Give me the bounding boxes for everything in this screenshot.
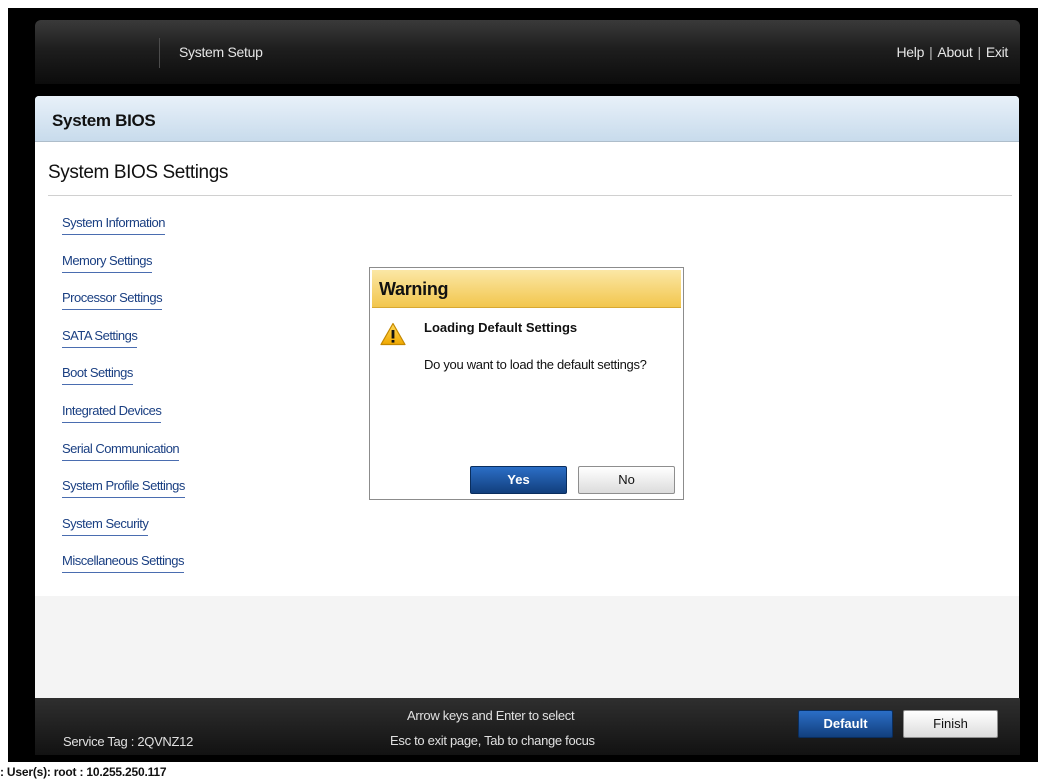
focus-hint: Esc to exit page, Tab to change focus xyxy=(390,733,595,748)
menu-link-system-security[interactable]: System Security xyxy=(62,516,149,536)
menu-link-miscellaneous-settings[interactable]: Miscellaneous Settings xyxy=(62,553,184,574)
menu-link-memory-settings[interactable]: Memory Settings xyxy=(62,253,153,273)
menu-item-serial-communication: Serial Communication xyxy=(62,440,185,478)
navigation-hint: Arrow keys and Enter to select xyxy=(407,708,575,723)
session-status: : User(s): root : 10.255.250.117 xyxy=(0,765,167,779)
warning-dialog: Warning Loading Default Settings Do you … xyxy=(369,267,684,500)
yes-button[interactable]: Yes xyxy=(470,466,567,494)
menu-link-serial-communication[interactable]: Serial Communication xyxy=(62,441,180,461)
menu-item-processor-settings: Processor Settings xyxy=(62,289,185,327)
menu-item-system-profile-settings: System Profile Settings xyxy=(62,477,185,515)
menu-item-system-information: System Information xyxy=(62,214,185,252)
menu-link-integrated-devices[interactable]: Integrated Devices xyxy=(62,403,162,423)
dialog-message: Do you want to load the default settings… xyxy=(424,357,647,372)
panel-title-bar: System BIOS xyxy=(35,96,1019,142)
heading-divider xyxy=(48,195,1012,196)
menu-link-system-profile-settings[interactable]: System Profile Settings xyxy=(62,478,185,499)
menu-link-sata-settings[interactable]: SATA Settings xyxy=(62,328,138,348)
menu-link-processor-settings[interactable]: Processor Settings xyxy=(62,290,163,311)
dialog-title-bar: Warning xyxy=(372,270,681,308)
menu-item-boot-settings: Boot Settings xyxy=(62,364,185,402)
panel-title: System BIOS xyxy=(52,111,156,130)
app-title: System Setup xyxy=(179,44,263,60)
menu-item-sata-settings: SATA Settings xyxy=(62,327,185,365)
link-separator: | xyxy=(977,44,982,60)
content-spacer xyxy=(35,596,1019,698)
page-heading: System BIOS Settings xyxy=(48,162,228,183)
menu-item-miscellaneous-settings: Miscellaneous Settings xyxy=(62,552,185,590)
dialog-title: Warning xyxy=(379,279,449,299)
link-separator: | xyxy=(929,44,933,60)
exit-link[interactable]: Exit xyxy=(986,44,1008,60)
menu-item-integrated-devices: Integrated Devices xyxy=(62,402,185,440)
dialog-heading: Loading Default Settings xyxy=(424,320,578,335)
warning-icon xyxy=(380,322,406,351)
menu-link-system-information[interactable]: System Information xyxy=(62,215,166,235)
menu-item-memory-settings: Memory Settings xyxy=(62,252,185,290)
no-button[interactable]: No xyxy=(578,466,675,494)
settings-menu: System Information Memory Settings Proce… xyxy=(62,214,185,590)
header-links: Help | About | Exit xyxy=(896,44,1008,60)
about-link[interactable]: About xyxy=(937,44,972,60)
bottom-bar: Service Tag : 2QVNZ12 Arrow keys and Ent… xyxy=(35,698,1020,755)
header-divider xyxy=(159,38,160,68)
menu-item-system-security: System Security xyxy=(62,515,185,553)
help-link[interactable]: Help xyxy=(896,44,924,60)
default-button[interactable]: Default xyxy=(798,710,893,738)
top-bar: System Setup Help | About | Exit xyxy=(35,20,1020,84)
menu-link-boot-settings[interactable]: Boot Settings xyxy=(62,365,133,386)
finish-button[interactable]: Finish xyxy=(903,710,998,738)
service-tag: Service Tag : 2QVNZ12 xyxy=(63,734,194,749)
